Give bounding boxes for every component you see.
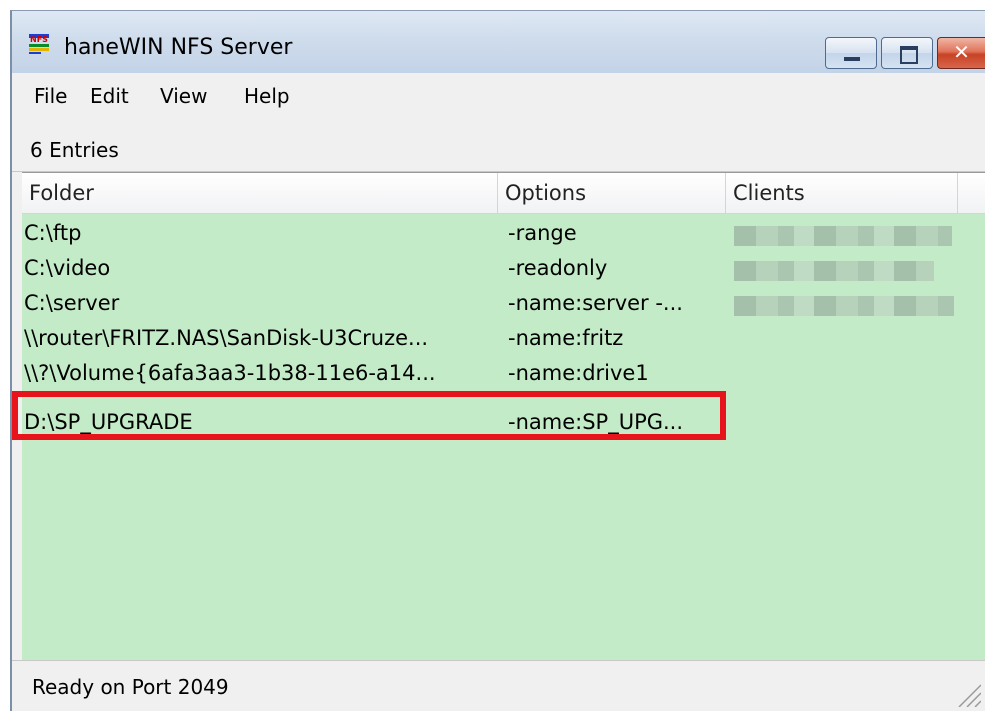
table-row[interactable]: \\router\FRITZ.NAS\SanDisk-U3Cruze... -n… [22,323,985,358]
list-header: Folder Options Clients [22,173,985,214]
maximize-icon [900,46,918,64]
cell-options: -range [508,221,577,245]
table-row[interactable]: C:\video -readonly [22,253,985,288]
clients-redacted [734,261,934,281]
cell-folder: C:\video [24,256,111,280]
window-controls: ✕ [821,37,985,71]
resize-grip-icon[interactable] [955,681,981,707]
status-bar: Ready on Port 2049 [12,660,985,711]
cell-options: -readonly [508,256,608,280]
clients-redacted [734,296,954,316]
close-button[interactable]: ✕ [937,37,985,69]
svg-text:NFS: NFS [30,35,48,44]
status-text: Ready on Port 2049 [32,675,229,699]
table-row[interactable]: C:\server -name:server -... [22,288,985,323]
clients-redacted [734,226,952,246]
cell-options: -name:server -... [508,291,683,315]
menu-edit[interactable]: Edit [90,84,129,108]
app-window: NFS haneWIN NFS Server ✕ File Edit View … [10,10,985,711]
entries-bar: 6 Entries [12,119,985,172]
table-row[interactable]: \\?\Volume{6afa3aa3-1b38-11e6-a14... -na… [22,358,985,393]
cell-options: -name:fritz [508,326,624,350]
menu-help[interactable]: Help [244,84,290,108]
highlight-box [12,391,726,440]
cell-folder: C:\ftp [24,221,82,245]
minimize-button[interactable] [825,37,877,69]
column-header-filler [958,173,985,213]
column-header-clients[interactable]: Clients [726,173,958,213]
menu-bar: File Edit View Help [12,73,985,120]
close-icon: ✕ [953,40,970,64]
menu-view[interactable]: View [160,84,207,108]
window-title: haneWIN NFS Server [64,35,293,60]
table-row[interactable]: C:\ftp -range [22,218,985,253]
title-bar[interactable]: NFS haneWIN NFS Server ✕ [12,11,985,73]
maximize-button[interactable] [881,37,933,69]
cell-options: -name:drive1 [508,361,649,385]
entries-count: 6 Entries [30,138,119,162]
cell-folder: C:\server [24,291,120,315]
menu-file[interactable]: File [34,84,67,108]
column-header-options[interactable]: Options [498,173,726,213]
column-header-folder[interactable]: Folder [22,173,498,213]
cell-folder: \\?\Volume{6afa3aa3-1b38-11e6-a14... [24,361,436,385]
minimize-icon [844,57,860,61]
cell-folder: \\router\FRITZ.NAS\SanDisk-U3Cruze... [24,326,429,350]
nfs-app-icon: NFS [29,34,49,54]
